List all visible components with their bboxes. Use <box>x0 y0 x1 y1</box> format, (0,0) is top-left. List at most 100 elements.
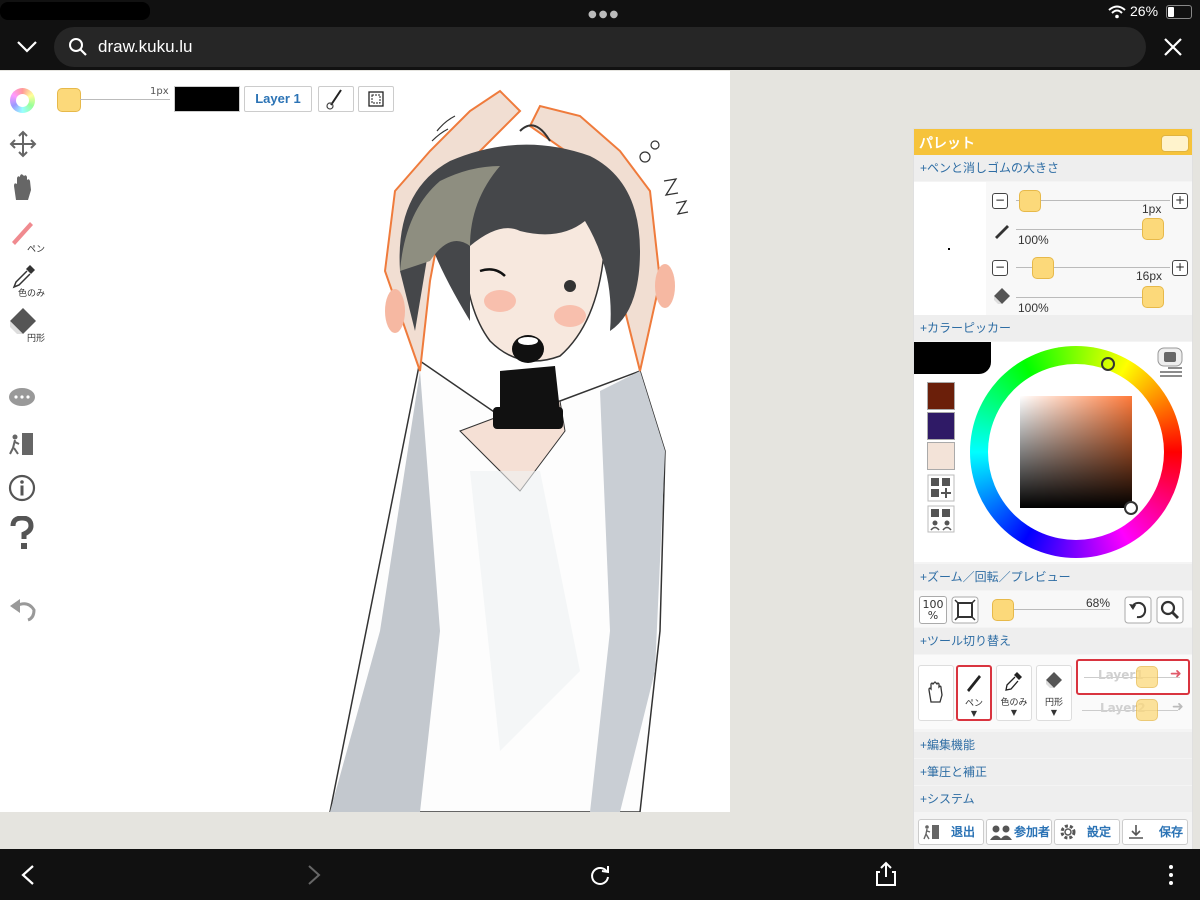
brush-gear-icon <box>326 89 342 110</box>
palette-minimize-button[interactable] <box>1161 135 1189 152</box>
pen-opacity-track[interactable] <box>1016 229 1156 230</box>
eraser-size-plus-button[interactable]: + <box>1172 260 1188 276</box>
section-pen-eraser-size[interactable]: +ペンと消しゴムの大きさ <box>914 155 1192 181</box>
section-tool-switch[interactable]: +ツール切り替え <box>914 628 1192 654</box>
settings-button[interactable]: 設定 <box>1054 819 1120 845</box>
back-icon[interactable] <box>20 864 36 886</box>
pen-opacity-value: 100% <box>1018 233 1049 247</box>
exit-button[interactable]: 退出 <box>918 819 984 845</box>
section-system[interactable]: +システム <box>914 786 1192 812</box>
color-wheel[interactable] <box>970 346 1182 558</box>
zoom-reset-button[interactable]: 100 % <box>919 596 947 624</box>
eraser-tool-label: 円形 <box>27 334 46 344</box>
participants-icon <box>990 825 1012 840</box>
more-options-icon[interactable] <box>1166 863 1176 887</box>
wifi-icon <box>1108 5 1126 19</box>
reload-icon[interactable] <box>588 863 612 887</box>
eraser-opacity-track[interactable] <box>1016 297 1156 298</box>
multitask-dots-icon[interactable]: ●●● <box>588 9 620 20</box>
fit-screen-icon[interactable] <box>951 596 979 624</box>
pen-size-knob[interactable] <box>57 88 81 112</box>
share-swatch-icon[interactable] <box>927 505 955 533</box>
palette-header[interactable]: パレット <box>914 129 1192 155</box>
info-icon[interactable] <box>8 474 36 502</box>
preview-magnifier-icon[interactable] <box>1156 596 1184 624</box>
tool-pen[interactable]: ペン ▼ <box>956 665 992 721</box>
undo-icon[interactable] <box>8 596 38 622</box>
tool-eyedropper[interactable]: 色のみ ▼ <box>996 665 1032 721</box>
add-swatch-icon[interactable] <box>927 474 955 502</box>
exit-icon[interactable] <box>8 430 36 458</box>
close-icon[interactable] <box>1163 37 1183 57</box>
brush-preview <box>914 182 986 317</box>
zoom-value: 68% <box>1086 596 1111 610</box>
battery-percent: 26% <box>1130 3 1159 19</box>
section-zoom[interactable]: +ズーム／回転／プレビュー <box>914 564 1192 590</box>
layer-1-knob[interactable] <box>1136 666 1158 688</box>
eraser-size-minus-button[interactable]: − <box>992 260 1008 276</box>
move-icon[interactable] <box>9 130 37 158</box>
eraser-size-slider-knob[interactable] <box>1032 257 1054 279</box>
tool-eraser-dropdown-arrow: ▼ <box>1050 708 1058 717</box>
section-pressure[interactable]: +筆圧と補正 <box>914 759 1192 785</box>
color-swatch-2[interactable] <box>927 412 955 440</box>
tool-eraser-label: 円形 <box>1044 698 1063 708</box>
zoom-slider-knob[interactable] <box>992 599 1014 621</box>
crop-icon <box>368 91 384 107</box>
layer-2-switch[interactable]: Layer2 ➜ <box>1076 695 1190 725</box>
drawing-canvas[interactable] <box>0 71 730 812</box>
browser-address-bar: draw.kuku.lu <box>0 24 1200 70</box>
drawing-artwork <box>329 89 689 812</box>
participants-button[interactable]: 参加者 <box>986 819 1052 845</box>
section-color-picker[interactable]: +カラーピッカー <box>914 315 1192 341</box>
forward-icon[interactable] <box>306 864 322 886</box>
color-swatch-1[interactable] <box>927 382 955 410</box>
layer-select-button[interactable]: Layer 1 <box>244 86 312 112</box>
color-swatch-3[interactable] <box>927 442 955 470</box>
section-edit[interactable]: +編集機能 <box>914 732 1192 758</box>
pen-size-value: 1px <box>1142 202 1162 216</box>
layer-1-switch[interactable]: Layer1 ➜ <box>1076 659 1190 695</box>
tool-eyedropper-label: 色のみ <box>1000 698 1028 708</box>
pen-size-track[interactable] <box>80 99 170 100</box>
fit-canvas-button[interactable] <box>358 86 394 112</box>
participants-button-label: 参加者 <box>1014 825 1051 839</box>
tool-pen-dropdown-arrow: ▼ <box>970 709 978 718</box>
pen-tool-label: ペン <box>27 245 46 255</box>
chevron-down-icon[interactable] <box>16 40 38 54</box>
pen-size-plus-button[interactable]: + <box>1172 193 1188 209</box>
share-icon[interactable] <box>874 861 898 887</box>
current-color-swatch[interactable] <box>174 86 240 112</box>
pen-size-label: 1px <box>150 86 169 97</box>
tool-switch-area: ペン ▼ 色のみ ▼ 円形 ▼ Layer1 ➜ Layer2 ➜ <box>914 655 1192 729</box>
palette-title: パレット <box>919 136 975 152</box>
brush-dot <box>948 248 950 250</box>
url-field[interactable]: draw.kuku.lu <box>54 27 1146 67</box>
left-toolbar: ペン 色のみ 円形 <box>0 78 50 638</box>
layer-2-knob[interactable] <box>1136 699 1158 721</box>
hand-icon[interactable] <box>8 172 38 202</box>
brush-settings-button[interactable] <box>318 86 354 112</box>
tool-hand[interactable] <box>918 665 954 721</box>
eraser-opacity-knob[interactable] <box>1142 286 1164 308</box>
zoom-controls: 100 % 68% <box>914 591 1192 627</box>
pen-size-slider-knob[interactable] <box>1019 190 1041 212</box>
pen-opacity-knob[interactable] <box>1142 218 1164 240</box>
battery-icon <box>1166 5 1192 19</box>
help-icon[interactable] <box>9 516 35 550</box>
eraser-opacity-value: 100% <box>1018 301 1049 315</box>
color-wheel-icon[interactable] <box>10 88 35 113</box>
pen-size-minus-button[interactable]: − <box>992 193 1008 209</box>
swap-color-icon[interactable] <box>1154 346 1188 380</box>
exit-button-label: 退出 <box>951 825 976 839</box>
color-picker-area <box>914 342 1192 562</box>
rotate-icon[interactable] <box>1124 596 1152 624</box>
layer-2-arrow-icon: ➜ <box>1172 699 1184 715</box>
size-controls: − + 1px 100% − + 16px 100% <box>986 182 1192 317</box>
eraser-icon <box>994 288 1010 304</box>
chat-icon[interactable] <box>8 386 36 410</box>
eraser-small-icon <box>1046 672 1062 688</box>
hand-small-icon <box>928 681 943 703</box>
save-button[interactable]: 保存 <box>1122 819 1188 845</box>
tool-eraser[interactable]: 円形 ▼ <box>1036 665 1072 721</box>
